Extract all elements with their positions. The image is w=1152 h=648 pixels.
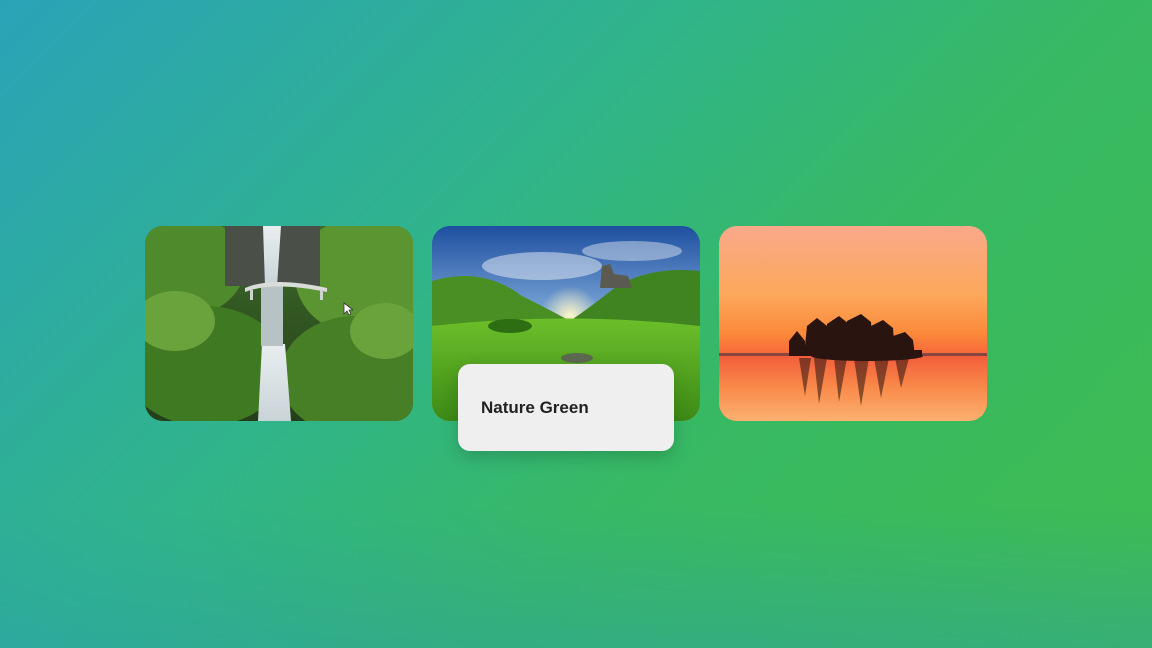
waterfall-image-card[interactable]	[145, 226, 413, 421]
sunset-lake-image-card[interactable]	[719, 226, 987, 421]
mouse-cursor-icon	[343, 302, 353, 316]
image-caption-tooltip: Nature Green	[458, 364, 674, 451]
sunset-lake-photo	[719, 226, 987, 421]
tooltip-title: Nature Green	[481, 397, 589, 417]
waterfall-photo	[145, 226, 413, 421]
